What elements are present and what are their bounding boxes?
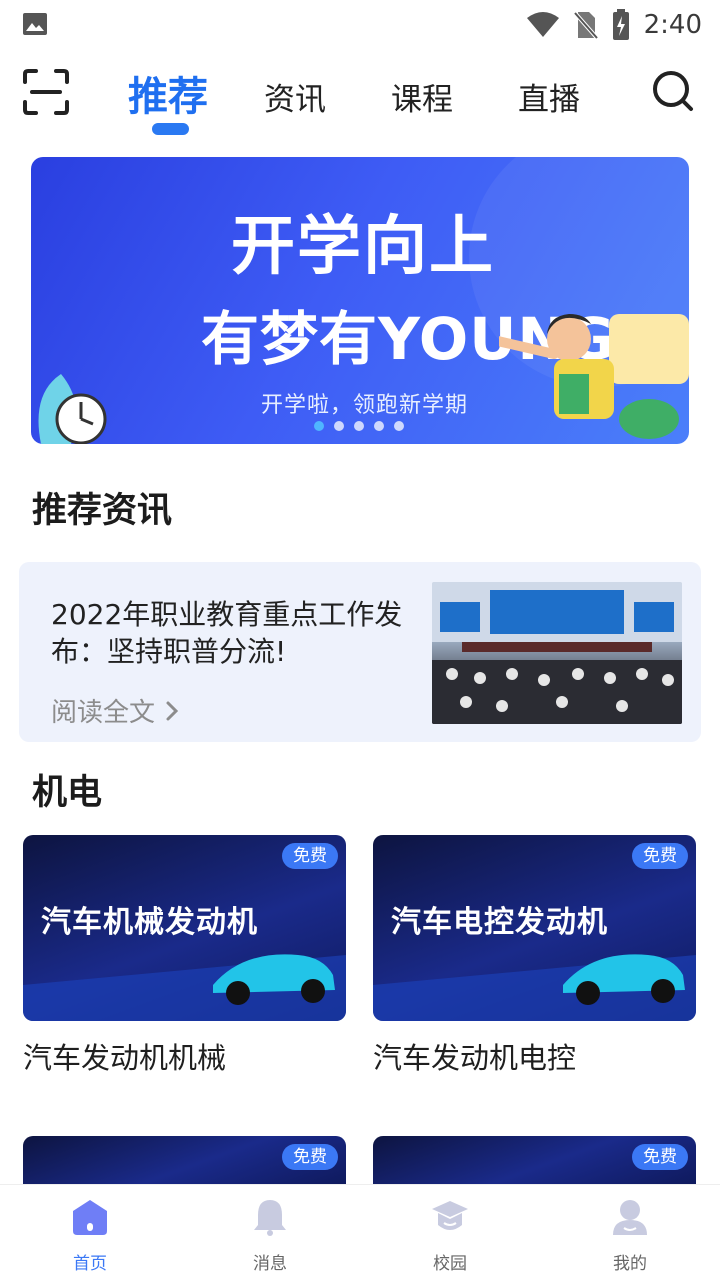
bottom-tab-campus[interactable]: 校园 — [405, 1197, 495, 1274]
course-name[interactable]: 汽车发动机电控 — [373, 1035, 696, 1077]
course-card[interactable]: 免费 — [23, 1136, 346, 1184]
bottom-tab-label: 我的 — [613, 1254, 647, 1274]
course-thumbnail[interactable]: 免费 — [23, 1136, 346, 1184]
status-time: 2:40 — [643, 10, 702, 40]
carousel-dot[interactable] — [374, 421, 384, 431]
battery-charging-icon — [612, 9, 629, 40]
free-badge: 免费 — [632, 1144, 688, 1170]
course-thumbnail[interactable]: 汽车机械发动机 免费 — [23, 835, 346, 1021]
carousel-dot-active[interactable] — [314, 421, 324, 431]
course-thumbnail-title: 汽车机械发动机 — [41, 905, 258, 940]
bottom-tab-label: 校园 — [433, 1254, 467, 1274]
carousel-dots — [314, 421, 404, 431]
free-badge: 免费 — [632, 843, 688, 869]
top-nav: 推荐 资讯 课程 直播 — [0, 56, 720, 146]
scan-icon[interactable] — [22, 68, 70, 116]
bottom-tab-label: 首页 — [73, 1254, 107, 1274]
course-thumbnail[interactable]: 免费 — [373, 1136, 696, 1184]
banner-carousel[interactable]: 开学向上 有梦有YOUNG 开学啦，领跑新学期 — [31, 157, 689, 444]
no-sim-icon — [573, 11, 598, 40]
tab-active-indicator — [152, 123, 189, 135]
bell-icon — [254, 1200, 286, 1236]
course-card[interactable]: 汽车电控发动机 免费 汽车发动机电控 — [373, 835, 696, 1077]
banner-subtitle: 开学啦，领跑新学期 — [261, 393, 469, 418]
news-card[interactable]: 2022年职业教育重点工作发布：坚持职普分流! 阅读全文 — [19, 562, 701, 742]
course-card[interactable]: 免费 — [373, 1136, 696, 1184]
course-thumbnail-title: 汽车电控发动机 — [391, 905, 608, 940]
course-name[interactable]: 汽车发动机机械 — [23, 1035, 346, 1077]
course-thumbnail[interactable]: 汽车电控发动机 免费 — [373, 835, 696, 1021]
carousel-dot[interactable] — [354, 421, 364, 431]
read-more-link[interactable]: 阅读全文 — [51, 692, 179, 729]
free-badge: 免费 — [282, 843, 338, 869]
news-title[interactable]: 2022年职业教育重点工作发布：坚持职普分流! — [51, 596, 421, 670]
bottom-tab-label: 消息 — [253, 1254, 287, 1274]
user-icon — [613, 1200, 647, 1235]
banner-plant-illustration — [38, 374, 107, 444]
wifi-icon — [526, 12, 559, 37]
section-title-news: 推荐资讯 — [32, 491, 173, 531]
bottom-tab-messages[interactable]: 消息 — [225, 1197, 315, 1274]
chevron-right-icon — [166, 701, 179, 720]
news-thumbnail[interactable] — [432, 582, 682, 724]
tab-news[interactable]: 资讯 — [264, 74, 326, 119]
image-icon — [23, 13, 47, 35]
tab-live[interactable]: 直播 — [518, 74, 580, 119]
tab-recommend[interactable]: 推荐 — [128, 64, 208, 122]
course-card[interactable]: 汽车机械发动机 免费 汽车发动机机械 — [23, 835, 346, 1077]
status-bar: 2:40 — [0, 0, 720, 50]
tab-courses[interactable]: 课程 — [391, 74, 453, 119]
carousel-dot[interactable] — [334, 421, 344, 431]
graduation-cap-icon — [432, 1201, 468, 1230]
read-more-label: 阅读全文 — [51, 698, 156, 728]
banner-student-illustration — [499, 314, 689, 439]
section-title-category: 机电 — [32, 773, 103, 813]
bottom-tab-home[interactable]: 首页 — [45, 1197, 135, 1274]
search-icon[interactable] — [652, 70, 694, 112]
free-badge: 免费 — [282, 1144, 338, 1170]
bottom-tab-bar: 首页 消息 校园 我的 — [0, 1184, 720, 1280]
carousel-dot[interactable] — [394, 421, 404, 431]
bottom-tab-profile[interactable]: 我的 — [585, 1197, 675, 1274]
banner-title-line1: 开学向上 — [231, 210, 495, 284]
home-icon — [73, 1200, 107, 1235]
